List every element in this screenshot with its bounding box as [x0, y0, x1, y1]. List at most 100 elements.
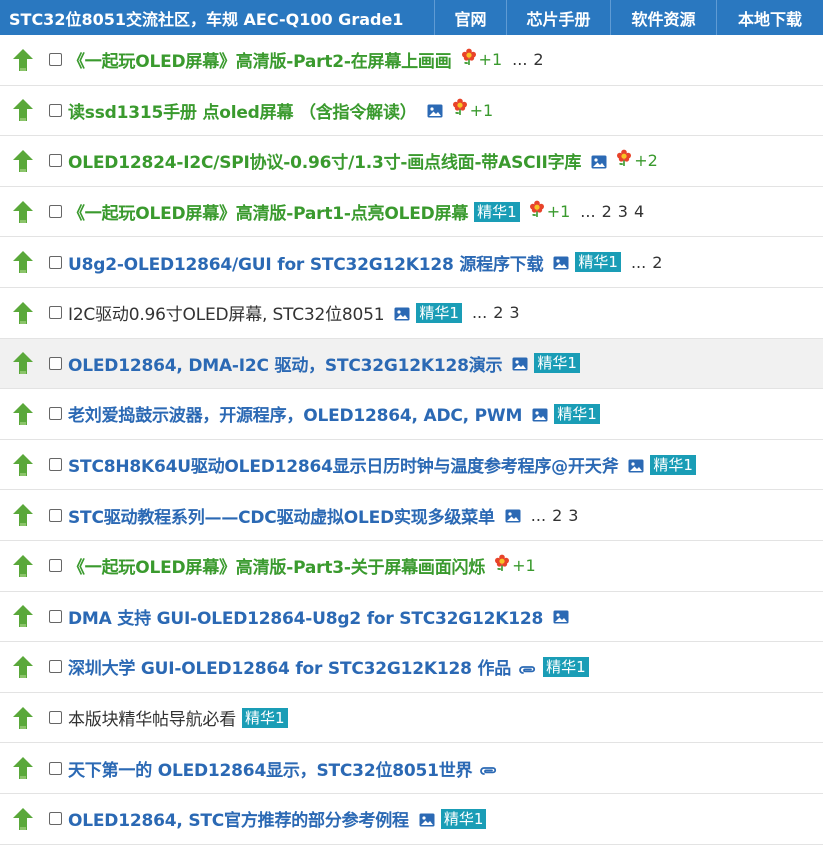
page-link[interactable]: 4: [634, 202, 644, 221]
nav-software[interactable]: 软件资源: [610, 0, 716, 35]
thread-up-icon: [12, 250, 34, 274]
thread-up-icon: [12, 200, 34, 224]
image-attachment-icon: [505, 508, 521, 523]
thread-title[interactable]: 《一起玩OLED屏幕》高清版-Part1-点亮OLED屏幕: [68, 199, 468, 224]
flower-icon: [528, 200, 546, 218]
pagination-ellipsis: ...: [512, 50, 528, 70]
thread-row: U8g2-OLED12864/GUI for STC32G12K128 源程序下…: [0, 237, 823, 288]
thread-checkbox[interactable]: [49, 711, 62, 725]
page-link[interactable]: 2: [493, 303, 503, 322]
thread-up-icon: [12, 655, 34, 679]
thread-row: 《一起玩OLED屏幕》高清版-Part2-在屏幕上画画 +1... 2: [0, 35, 823, 86]
page-link[interactable]: 2: [533, 50, 543, 69]
thread-title[interactable]: 《一起玩OLED屏幕》高清版-Part3-关于屏幕画面闪烁: [68, 553, 485, 578]
thread-title[interactable]: STC驱动教程系列——CDC驱动虚拟OLED实现多级菜单: [68, 503, 495, 528]
thread-up-icon: [12, 554, 34, 578]
thread-title[interactable]: I2C驱动0.96寸OLED屏幕, STC32位8051: [68, 300, 385, 325]
thread-checkbox[interactable]: [49, 508, 62, 522]
thread-row: 《一起玩OLED屏幕》高清版-Part3-关于屏幕画面闪烁 +1: [0, 541, 823, 592]
thread-pagination: ... 2: [631, 253, 662, 272]
thread-up-icon: [12, 807, 34, 831]
thread-pagination: ... 2 3 4: [580, 202, 644, 221]
thread-checkbox[interactable]: [49, 255, 62, 269]
thread-title[interactable]: 深圳大学 GUI-OLED12864 for STC32G12K128 作品: [68, 654, 511, 679]
thread-title[interactable]: OLED12864, STC官方推荐的部分参考例程: [68, 806, 409, 831]
flower-icon: [460, 48, 478, 66]
thread-pagination: ... 2 3: [472, 303, 520, 322]
page-link[interactable]: 3: [618, 202, 628, 221]
thread-up-icon: [12, 503, 34, 527]
thread-up-icon: [12, 98, 34, 122]
thread-row: 《一起玩OLED屏幕》高清版-Part1-点亮OLED屏幕 精华1 +1... 2 3 4: [0, 187, 823, 238]
thread-row: 老刘爱捣鼓示波器，开源程序，OLED12864, ADC, PWM 精华1: [0, 389, 823, 440]
thread-row: 天下第一的 OLED12864显示，STC32位8051世界: [0, 743, 823, 794]
thread-checkbox[interactable]: [49, 458, 62, 472]
thread-row: STC驱动教程系列——CDC驱动虚拟OLED实现多级菜单 ... 2 3: [0, 490, 823, 541]
page-link[interactable]: 2: [602, 202, 612, 221]
thread-row: OLED12864, DMA-I2C 驱动，STC32G12K128演示 精华1: [0, 338, 823, 390]
top-bar: STC32位8051交流社区，车规 AEC-Q100 Grade1 官网 芯片手…: [0, 0, 823, 35]
image-attachment-icon: [553, 255, 569, 270]
rating-score: +1: [469, 100, 494, 120]
thread-title[interactable]: STC8H8K64U驱动OLED12864显示日历时钟与温度参考程序@开天斧: [68, 452, 619, 477]
thread-pagination: ... 2 3: [531, 506, 579, 525]
image-attachment-icon: [427, 103, 443, 118]
rating-score: +2: [634, 151, 658, 171]
image-attachment-icon: [628, 458, 644, 473]
flower-icon: [615, 149, 633, 167]
thread-row: OLED12824-I2C/SPI协议-0.96寸/1.3寸-画点线面-带ASC…: [0, 136, 823, 187]
thread-checkbox[interactable]: [49, 103, 62, 117]
nav-official-site[interactable]: 官网: [434, 0, 506, 35]
image-attachment-icon: [419, 812, 435, 827]
thread-title[interactable]: DMA 支持 GUI-OLED12864-U8g2 for STC32G12K1…: [68, 604, 543, 629]
rating-score: +1: [546, 202, 571, 222]
thread-title[interactable]: 本版块精华帖导航必看: [68, 705, 236, 730]
thread-title[interactable]: 天下第一的 OLED12864显示，STC32位8051世界: [68, 756, 473, 781]
thread-pagination: ... 2: [512, 50, 543, 69]
page-link[interactable]: 2: [552, 506, 562, 525]
thread-row: 本版块精华帖导航必看 精华1: [0, 693, 823, 744]
thread-title[interactable]: OLED12864, DMA-I2C 驱动，STC32G12K128演示: [68, 351, 503, 376]
thread-up-icon: [12, 402, 34, 426]
thread-up-icon: [12, 453, 34, 477]
thread-checkbox[interactable]: [49, 559, 62, 573]
page-link[interactable]: 3: [509, 303, 519, 322]
nav-chip-manual[interactable]: 芯片手册: [506, 0, 610, 35]
thread-checkbox[interactable]: [49, 761, 62, 775]
thread-checkbox[interactable]: [49, 660, 62, 674]
thread-up-icon: [12, 301, 34, 325]
digest-badge: 精华1: [416, 302, 462, 323]
thread-up-icon: [12, 756, 34, 780]
thread-checkbox[interactable]: [49, 609, 62, 623]
thread-title[interactable]: OLED12824-I2C/SPI协议-0.96寸/1.3寸-画点线面-带ASC…: [68, 148, 581, 173]
image-attachment-icon: [532, 407, 548, 422]
thread-checkbox[interactable]: [49, 407, 62, 421]
thread-checkbox[interactable]: [49, 154, 62, 168]
page-link[interactable]: 3: [568, 506, 578, 525]
digest-badge: 精华1: [554, 403, 600, 424]
nav-local-download[interactable]: 本地下载: [716, 0, 823, 35]
flower-icon: [451, 98, 469, 116]
digest-badge: 精华1: [650, 454, 696, 475]
image-attachment-icon: [394, 306, 410, 321]
thread-title[interactable]: 《一起玩OLED屏幕》高清版-Part2-在屏幕上画画: [68, 47, 452, 72]
digest-badge: 精华1: [242, 707, 288, 728]
thread-checkbox[interactable]: [49, 53, 62, 67]
thread-checkbox[interactable]: [49, 812, 62, 826]
thread-checkbox[interactable]: [49, 356, 62, 370]
digest-badge: 精华1: [440, 808, 487, 829]
thread-row: I2C驱动0.96寸OLED屏幕, STC32位8051 精华1 ... 2 3: [0, 288, 823, 339]
thread-title[interactable]: 读ssd1315手册 点oled屏幕 （含指令解读）: [68, 98, 417, 123]
thread-checkbox[interactable]: [49, 306, 62, 320]
image-attachment-icon: [553, 609, 569, 624]
thread-row: OLED12864, STC官方推荐的部分参考例程 精华1: [0, 794, 823, 845]
thread-list: 《一起玩OLED屏幕》高清版-Part2-在屏幕上画画 +1... 2 读ssd131…: [0, 35, 823, 845]
rating-score: +1: [512, 556, 536, 576]
thread-row: 深圳大学 GUI-OLED12864 for STC32G12K128 作品 精华…: [0, 642, 823, 693]
page-link[interactable]: 2: [652, 253, 662, 272]
site-title[interactable]: STC32位8051交流社区，车规 AEC-Q100 Grade1: [0, 0, 434, 35]
thread-title[interactable]: 老刘爱捣鼓示波器，开源程序，OLED12864, ADC, PWM: [68, 401, 522, 426]
thread-title[interactable]: U8g2-OLED12864/GUI for STC32G12K128 源程序下…: [68, 250, 544, 275]
rating-score: +1: [478, 50, 503, 70]
thread-checkbox[interactable]: [49, 205, 62, 219]
